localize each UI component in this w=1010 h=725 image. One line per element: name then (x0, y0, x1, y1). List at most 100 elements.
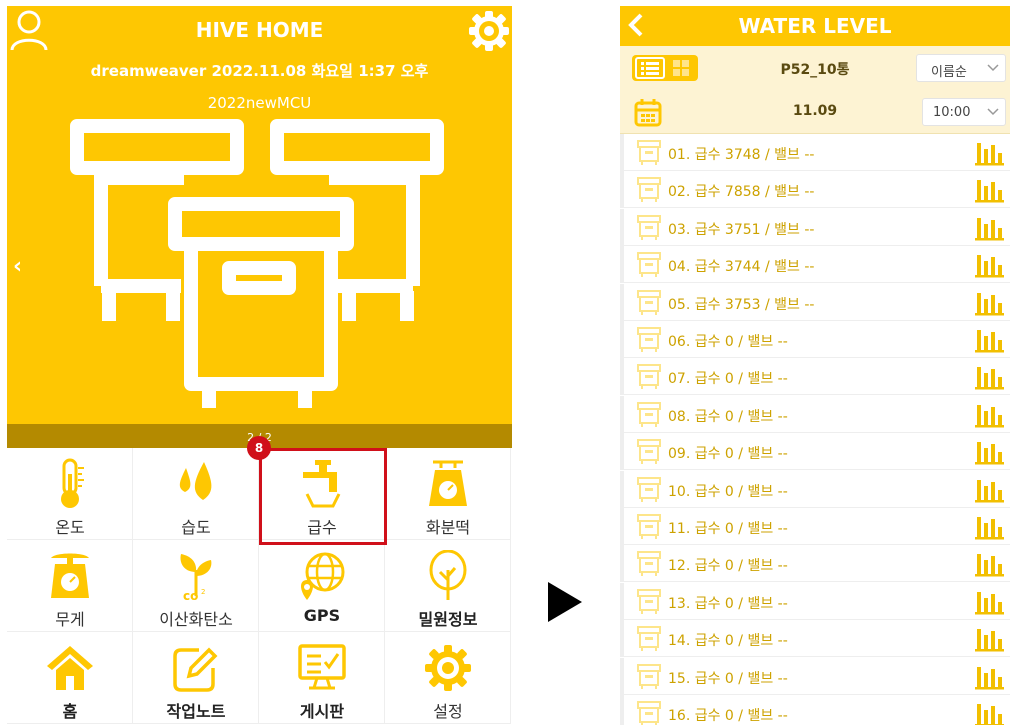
hive-box-icon (636, 176, 662, 204)
weight-scale-icon (51, 553, 89, 598)
list-item[interactable]: 08. 급수 0 / 밸브 -- (620, 395, 1010, 433)
bar-chart-icon[interactable] (974, 214, 1004, 242)
prev-arrow-icon[interactable]: ‹ (13, 254, 35, 284)
menu-work-note[interactable]: 작업노트 (133, 632, 259, 724)
list-item[interactable]: 03. 급수 3751 / 밸브 -- (620, 208, 1010, 246)
row-edge (620, 208, 624, 246)
list-item[interactable]: 07. 급수 0 / 밸브 -- (620, 358, 1010, 396)
step-badge: 8 (247, 436, 271, 460)
bar-chart-icon[interactable] (974, 326, 1004, 354)
water-drops-icon (179, 462, 212, 500)
gear-icon (425, 645, 471, 691)
bar-chart-icon[interactable] (974, 438, 1004, 466)
row-label: 06. 급수 0 / 밸브 -- (668, 334, 788, 350)
bar-chart-icon[interactable] (974, 176, 1004, 204)
row-edge (620, 358, 624, 396)
bar-chart-icon[interactable] (974, 476, 1004, 504)
page-title: WATER LEVEL (738, 14, 892, 38)
row-edge (620, 171, 624, 209)
row-edge (620, 246, 624, 284)
hive-box-icon (636, 363, 662, 391)
hive-box-icon (636, 289, 662, 317)
menu-label: 작업노트 (166, 702, 226, 721)
bar-chart-icon[interactable] (974, 139, 1004, 167)
hive-box-icon (636, 326, 662, 354)
list-item[interactable]: 11. 급수 0 / 밸브 -- (620, 508, 1010, 545)
hive-box-icon (636, 438, 662, 466)
bar-chart-icon[interactable] (974, 700, 1004, 725)
date-row: 11.09 10:00 (620, 90, 1010, 134)
bar-chart-icon[interactable] (974, 401, 1004, 429)
list-item[interactable]: 02. 급수 7858 / 밸브 -- (620, 171, 1010, 209)
row-label: 12. 급수 0 / 밸브 -- (668, 558, 788, 575)
play-arrow-icon (548, 582, 582, 622)
menu-label: 화분떡 (425, 518, 471, 537)
menu-label: 이산화탄소 (159, 610, 233, 629)
row-label: 05. 급수 3753 / 밸브 -- (668, 296, 815, 313)
settings-gear-icon[interactable] (467, 9, 511, 53)
list-item[interactable]: 10. 급수 0 / 밸브 -- (620, 470, 1010, 508)
gps-globe-icon (301, 552, 345, 600)
filter-row: P52_10통 이름순 (620, 46, 1010, 90)
list-item[interactable]: 15. 급수 0 / 밸브 -- (620, 657, 1010, 695)
list-item[interactable]: 04. 급수 3744 / 밸브 -- (620, 246, 1010, 284)
row-label: 16. 급수 0 / 밸브 -- (668, 708, 788, 724)
beehive-illustration-icon (70, 119, 444, 408)
menu-humidity[interactable]: 습도 (133, 448, 259, 540)
user-datetime: dreamweaver 2022.11.08 화요일 1:37 오후 (90, 62, 429, 80)
menu-home[interactable]: 홈 (7, 632, 133, 724)
row-edge (620, 657, 624, 695)
menu-co2[interactable]: co 2 이산화탄소 (133, 540, 259, 632)
row-label: 11. 급수 0 / 밸브 -- (668, 521, 788, 537)
scale-icon (429, 460, 467, 506)
menu-label: 게시판 (299, 702, 345, 721)
list-item[interactable]: 12. 급수 0 / 밸브 -- (620, 545, 1010, 583)
row-label: 09. 급수 0 / 밸브 -- (668, 446, 788, 463)
bar-chart-icon[interactable] (974, 625, 1004, 653)
bar-chart-icon[interactable] (974, 513, 1004, 541)
time-select[interactable]: 10:00 (922, 98, 1006, 126)
menu-settings[interactable]: 설정 (385, 632, 511, 724)
list-item[interactable]: 14. 급수 0 / 밸브 -- (620, 620, 1010, 658)
bar-chart-icon[interactable] (974, 289, 1004, 317)
menu-label: 홈 (62, 702, 78, 721)
thermometer-icon (61, 458, 84, 508)
bar-chart-icon[interactable] (974, 550, 1004, 578)
sort-select[interactable]: 이름순 (916, 54, 1006, 82)
co2-plant-icon: co 2 (180, 554, 212, 602)
bar-chart-icon[interactable] (974, 251, 1004, 279)
menu-board[interactable]: 게시판 (259, 632, 385, 724)
menu-nectar-info[interactable]: 밀원정보 (385, 540, 511, 632)
row-label: 13. 급수 0 / 밸브 -- (668, 595, 788, 612)
home-icon (47, 646, 93, 690)
hive-box-icon (636, 550, 662, 578)
list-item[interactable]: 06. 급수 0 / 밸브 -- (620, 321, 1010, 358)
row-edge (620, 695, 624, 725)
list-item[interactable]: 05. 급수 3753 / 밸브 -- (620, 283, 1010, 321)
water-supply-highlight (259, 448, 387, 545)
bar-chart-icon[interactable] (974, 363, 1004, 391)
hive-box-icon (636, 513, 662, 541)
row-edge (620, 395, 624, 433)
menu-label: GPS (303, 606, 341, 625)
list-item[interactable]: 01. 급수 3748 / 밸브 -- (620, 134, 1010, 171)
list-item[interactable]: 09. 급수 0 / 밸브 -- (620, 433, 1010, 471)
row-edge (620, 134, 624, 171)
row-edge (620, 433, 624, 471)
list-item[interactable]: 16. 급수 0 / 밸브 -- (620, 695, 1010, 725)
row-label: 01. 급수 3748 / 밸브 -- (668, 147, 815, 163)
menu-gps[interactable]: GPS (259, 540, 385, 632)
menu-pollen[interactable]: 화분떡 (385, 448, 511, 540)
bar-chart-icon[interactable] (974, 588, 1004, 616)
row-edge (620, 508, 624, 545)
row-label: 03. 급수 3751 / 밸브 -- (668, 221, 815, 238)
list-item[interactable]: 13. 급수 0 / 밸브 -- (620, 582, 1010, 620)
menu-weight[interactable]: 무게 (7, 540, 133, 632)
menu-temperature[interactable]: 온도 (7, 448, 133, 540)
hive-hero: HIVE HOME dreamweaver 2022.11.08 화요일 1:3… (7, 6, 512, 424)
page-title: HIVE HOME (195, 18, 324, 42)
water-level-screen: WATER LEVEL P52_10통 이름순 11.09 10:00 01. … (620, 6, 1010, 725)
row-label: 02. 급수 7858 / 밸브 -- (668, 184, 815, 201)
menu-label: 온도 (55, 518, 85, 537)
bar-chart-icon[interactable] (974, 663, 1004, 691)
